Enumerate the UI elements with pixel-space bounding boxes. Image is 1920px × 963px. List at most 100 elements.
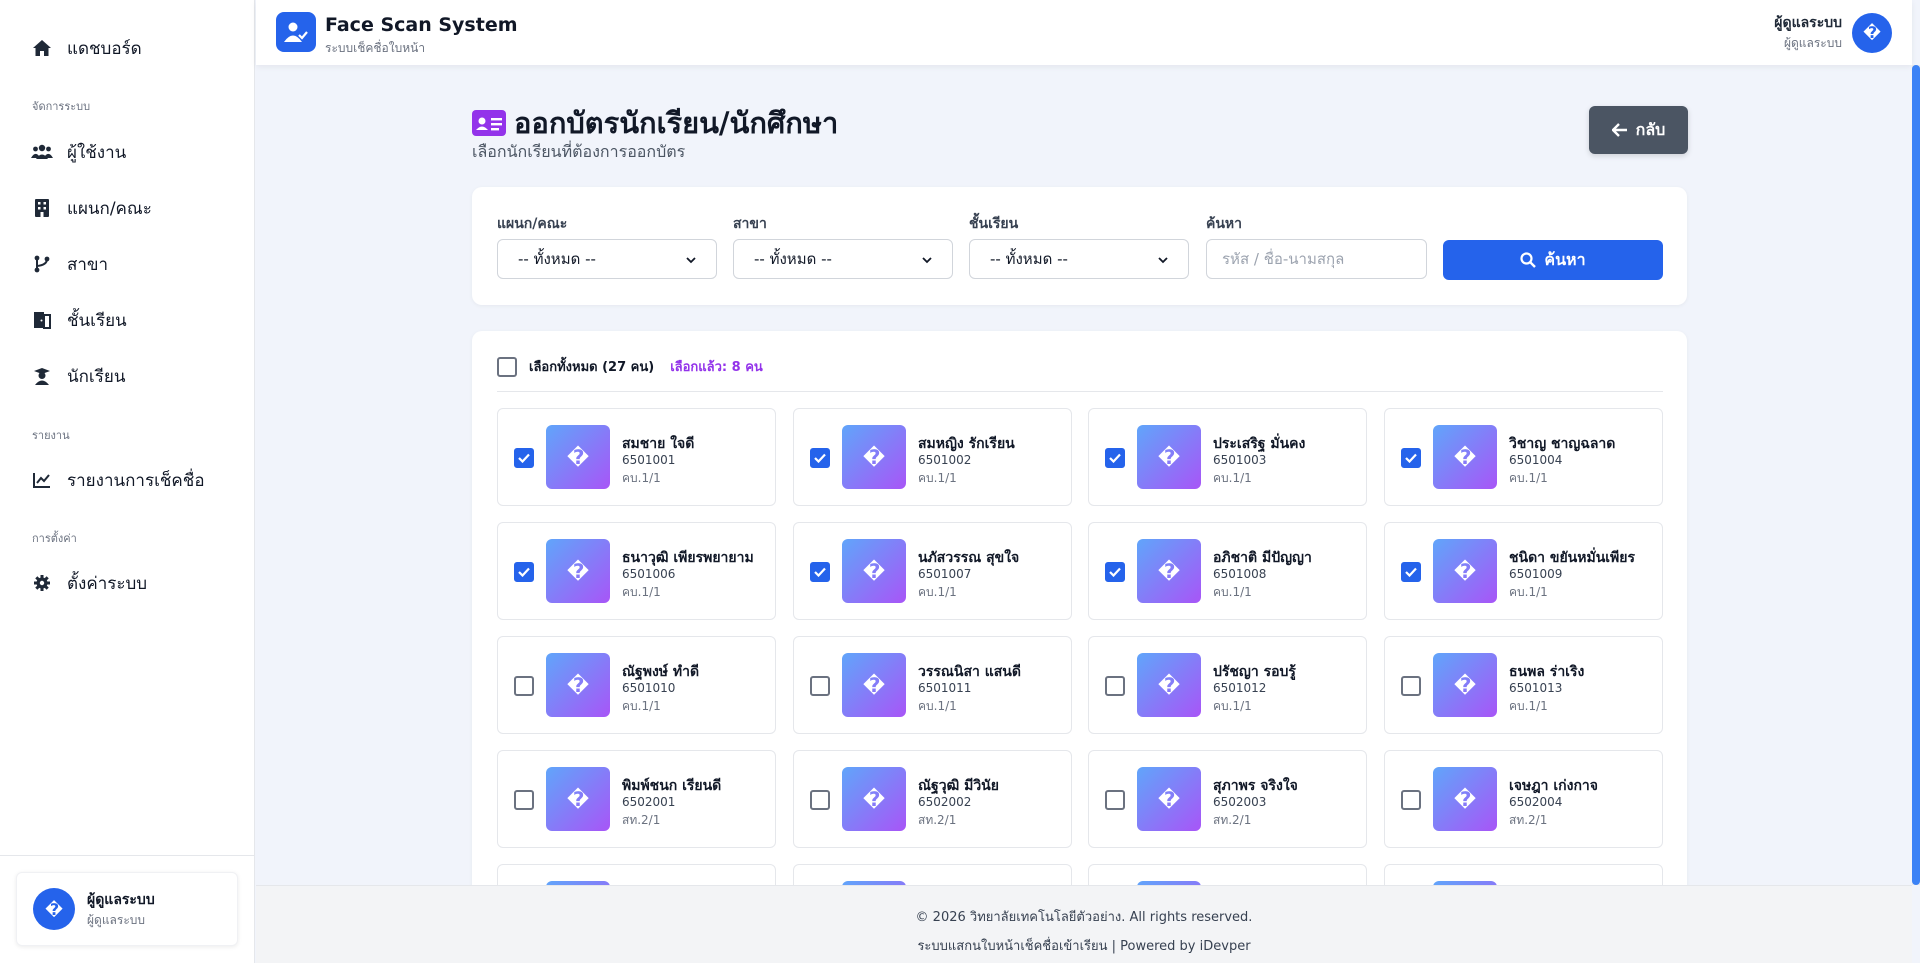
building-icon [31,197,53,219]
student-name: ชนิดา ขยันหมั่นเพียร [1509,550,1636,566]
sidebar-section-report: รายงาน [32,429,70,442]
app-logo[interactable] [276,12,316,52]
student-card[interactable]: � นภัสวรรณ สุขใจ 6501007 คบ.1/1 [793,522,1072,620]
sidebar-item-dashboard[interactable]: แดชบอร์ด [31,33,142,63]
select-all-label[interactable]: เลือกทั้งหมด (27 คน) [529,356,654,377]
major-select-value: -- ทั้งหมด -- [754,250,832,268]
student-checkbox[interactable] [1105,790,1125,810]
student-checkbox[interactable] [810,676,830,696]
footer: © 2026 วิทยาลัยเทคโนโลยีตัวอย่าง. All ri… [256,885,1912,963]
student-class: คบ.1/1 [622,471,661,485]
student-checkbox[interactable] [514,676,534,696]
class-label: ชั้นเรียน [969,216,1019,232]
search-input[interactable] [1206,239,1427,279]
student-card[interactable]: � ธนาวุฒิ เพียรพยายาม 6501006 คบ.1/1 [497,522,776,620]
footer-powered: ระบบแสกนใบหน้าเช็คชื่อเข้าเรียน | Powere… [917,939,1251,954]
student-card[interactable]: � ณัฐวุฒิ มีวินัย 6502002 สท.2/1 [793,750,1072,848]
sidebar-section-settings: การตั้งค่า [32,532,77,545]
student-name: เจษฎา เก่งกาจ [1509,778,1598,794]
student-checkbox[interactable] [1105,562,1125,582]
user-check-icon [284,22,308,42]
student-card[interactable]: � เจษฎา เก่งกาจ 6502004 สท.2/1 [1384,750,1663,848]
student-class: คบ.1/1 [1213,471,1252,485]
student-photo: � [546,653,610,717]
student-checkbox[interactable] [514,790,534,810]
sidebar-item-classes[interactable]: ชั้นเรียน [31,305,127,335]
student-card[interactable]: � พิมพ์ชนก เรียนดี 6502001 สท.2/1 [497,750,776,848]
sidebar-user-card[interactable]: � ผู้ดูแลระบบ ผู้ดูแลระบบ [16,872,238,946]
student-photo: � [842,653,906,717]
student-code: 6501012 [1213,681,1267,695]
arrow-left-icon [1611,123,1627,137]
chart-line-icon [31,469,53,491]
student-name: พิมพ์ชนก เรียนดี [622,778,722,794]
student-photo: � [1433,767,1497,831]
student-card[interactable]: � อภิชาติ มีปัญญา 6501008 คบ.1/1 [1088,522,1367,620]
student-card[interactable]: � สมหญิง รักเรียน 6501002 คบ.1/1 [793,408,1072,506]
sidebar-item-settings[interactable]: ตั้งค่าระบบ [31,568,147,598]
sidebar-item-label: แผนก/คณะ [67,198,152,219]
student-photo: � [842,767,906,831]
sidebar-item-attendance-report[interactable]: รายงานการเช็คชื่อ [31,465,205,495]
sidebar-item-students[interactable]: นักเรียน [31,361,125,391]
sidebar-item-majors[interactable]: สาขา [31,249,108,279]
student-photo: � [546,539,610,603]
department-select[interactable]: -- ทั้งหมด -- [497,239,717,279]
student-card[interactable]: � ณัฐพงษ์ ทำดี 6501010 คบ.1/1 [497,636,776,734]
student-class: คบ.1/1 [1509,585,1548,599]
student-code: 6501003 [1213,453,1267,467]
student-code: 6502004 [1509,795,1563,809]
student-checkbox[interactable] [514,562,534,582]
sidebar-item-departments[interactable]: แผนก/คณะ [31,193,152,223]
major-select[interactable]: -- ทั้งหมด -- [733,239,953,279]
student-name: ณัฐวุฒิ มีวินัย [918,778,999,794]
student-code: 6501008 [1213,567,1267,581]
student-card[interactable]: � ธนพล ร่าเริง 6501013 คบ.1/1 [1384,636,1663,734]
student-checkbox[interactable] [810,790,830,810]
student-checkbox[interactable] [810,562,830,582]
check-icon [1405,567,1417,577]
student-class: คบ.1/1 [918,471,957,485]
student-code: 6501009 [1509,567,1563,581]
select-all-row: เลือกทั้งหมด (27 คน) เลือกแล้ว: 8 คน [497,356,763,377]
back-button[interactable]: กลับ [1589,106,1688,154]
student-card[interactable]: � วรรณนิสา แสนดี 6501011 คบ.1/1 [793,636,1072,734]
chevron-down-icon [1158,250,1168,268]
student-checkbox[interactable] [810,448,830,468]
student-checkbox[interactable] [514,448,534,468]
search-icon [1520,252,1537,268]
student-card[interactable]: � ปรัชญา รอบรู้ 6501012 คบ.1/1 [1088,636,1367,734]
student-card[interactable]: � สมชาย ใจดี 6501001 คบ.1/1 [497,408,776,506]
student-photo: � [1137,653,1201,717]
student-class: คบ.1/1 [1509,471,1548,485]
search-button[interactable]: ค้นหา [1443,240,1663,280]
student-card[interactable]: � ชนิดา ขยันหมั่นเพียร 6501009 คบ.1/1 [1384,522,1663,620]
sidebar-item-label: ตั้งค่าระบบ [67,573,148,594]
student-checkbox[interactable] [1401,448,1421,468]
student-checkbox[interactable] [1105,676,1125,696]
header-user-menu[interactable]: ผู้ดูแลระบบ ผู้ดูแลระบบ � [1774,12,1892,53]
id-card-icon [472,110,506,136]
sidebar-item-label: สาขา [67,254,109,275]
student-checkbox[interactable] [1401,676,1421,696]
home-icon [31,37,53,59]
student-card[interactable]: � วิชาญ ชาญฉลาด 6501004 คบ.1/1 [1384,408,1663,506]
student-name: ธนาวุฒิ เพียรพยายาม [622,550,754,566]
divider [497,391,1663,392]
student-name: สุภาพร จริงใจ [1213,778,1298,794]
scrollbar-thumb[interactable] [1912,65,1920,885]
student-checkbox[interactable] [1401,562,1421,582]
student-name: ณัฐพงษ์ ทำดี [622,664,700,680]
major-label: สาขา [733,216,767,232]
page-subtitle: เลือกนักเรียนที่ต้องการออกบัตร [472,142,686,161]
student-checkbox[interactable] [1105,448,1125,468]
sidebar-divider [0,855,255,856]
student-card[interactable]: � ประเสริฐ มั่นคง 6501003 คบ.1/1 [1088,408,1367,506]
sidebar-item-users[interactable]: ผู้ใช้งาน [31,137,126,167]
student-name: วรรณนิสา แสนดี [918,664,1021,680]
class-select[interactable]: -- ทั้งหมด -- [969,239,1189,279]
sidebar-user-name: ผู้ดูแลระบบ [87,891,155,908]
student-checkbox[interactable] [1401,790,1421,810]
student-card[interactable]: � สุภาพร จริงใจ 6502003 สท.2/1 [1088,750,1367,848]
select-all-checkbox[interactable] [497,356,517,377]
